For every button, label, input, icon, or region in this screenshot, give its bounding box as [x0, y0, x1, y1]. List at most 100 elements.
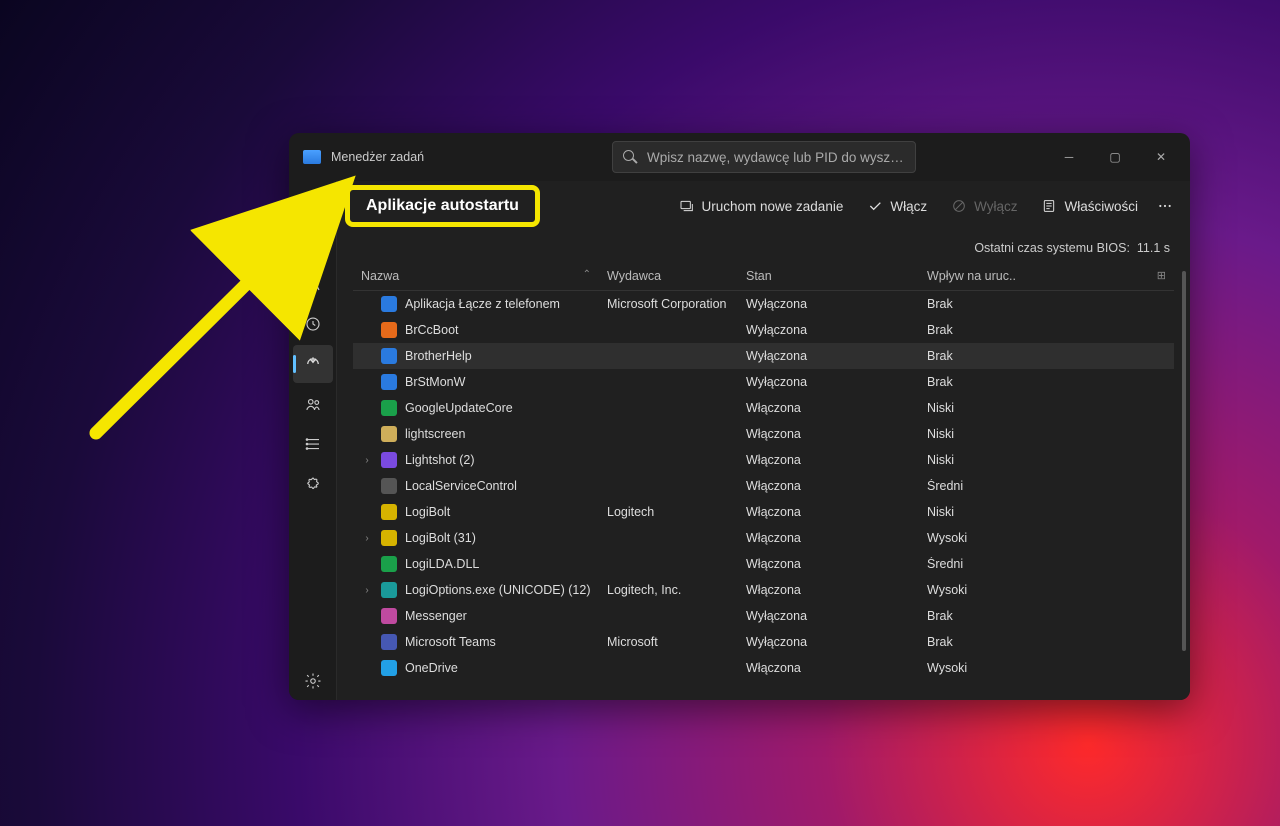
app-row-icon [381, 556, 397, 572]
row-state: Włączona [738, 479, 919, 493]
row-name: LogiBolt (31) [405, 531, 476, 545]
row-name: LogiBolt [405, 505, 450, 519]
col-impact[interactable]: Wpływ na uruc... [919, 269, 1015, 283]
app-row-icon [381, 504, 397, 520]
close-button[interactable]: ✕ [1138, 141, 1184, 173]
app-row-icon [381, 400, 397, 416]
row-name: LogiOptions.exe (UNICODE) (12) [405, 583, 590, 597]
row-state: Wyłączona [738, 375, 919, 389]
table-row[interactable]: MessengerWyłączonaBrak [353, 603, 1174, 629]
sort-asc-icon: ⌃ [583, 269, 591, 280]
bios-time: Ostatni czas systemu BIOS: 11.1 s [337, 231, 1190, 261]
maximize-button[interactable]: ▢ [1092, 141, 1138, 173]
row-impact: Brak [919, 635, 1015, 649]
sidebar [289, 181, 337, 700]
row-name: LogiLDA.DLL [405, 557, 479, 571]
row-state: Wyłączona [738, 635, 919, 649]
scrollbar[interactable] [1182, 271, 1186, 651]
col-name[interactable]: Nazwa ⌃ [353, 269, 599, 283]
row-impact: Wysoki [919, 531, 1015, 545]
row-impact: Niski [919, 453, 1015, 467]
run-new-task-button[interactable]: Uruchom nowe zadanie [669, 192, 854, 220]
resize-handle-icon[interactable]: ⊞ [1157, 269, 1166, 282]
checkmark-icon [867, 198, 883, 214]
app-row-icon [381, 426, 397, 442]
row-name: lightscreen [405, 427, 465, 441]
table-row[interactable]: LocalServiceControlWłączonaŚredni [353, 473, 1174, 499]
app-row-icon [381, 582, 397, 598]
app-row-icon [381, 452, 397, 468]
ellipsis-icon [1156, 198, 1174, 214]
row-publisher: Microsoft [599, 635, 738, 649]
main-area: Aplikacje autostartu Uruchom nowe zadani… [337, 181, 1190, 700]
disable-button: Wyłącz [941, 192, 1027, 220]
settings-button[interactable] [293, 662, 333, 700]
row-impact: Średni [919, 557, 1015, 571]
table-row[interactable]: Microsoft Teams MicrosoftWyłączonaBrak [353, 629, 1174, 655]
hamburger-button[interactable] [293, 185, 333, 223]
row-impact: Niski [919, 401, 1015, 415]
table-row[interactable]: ›LogiBolt (31)WłączonaWysoki [353, 525, 1174, 551]
row-state: Włączona [738, 401, 919, 415]
nav-users[interactable] [293, 385, 333, 423]
task-manager-window: Menedżer zadań Wpisz nazwę, wydawcę lub … [289, 133, 1190, 700]
row-name: LocalServiceControl [405, 479, 517, 493]
table-row[interactable]: ›LogiOptions.exe (UNICODE) (12)Logitech,… [353, 577, 1174, 603]
row-state: Włączona [738, 557, 919, 571]
expand-icon[interactable]: › [361, 533, 373, 544]
app-icon [303, 150, 321, 164]
minimize-button[interactable]: ─ [1046, 141, 1092, 173]
app-row-icon [381, 296, 397, 312]
table-row[interactable]: LogiBoltLogitechWłączonaNiski [353, 499, 1174, 525]
search-icon [623, 150, 637, 164]
row-state: Wyłączona [738, 609, 919, 623]
row-impact: Brak [919, 609, 1015, 623]
row-publisher: Microsoft Corporation [599, 297, 738, 311]
row-name: GoogleUpdateCore [405, 401, 513, 415]
col-state[interactable]: Stan [738, 269, 919, 283]
row-name: Lightshot (2) [405, 453, 474, 467]
row-impact: Brak [919, 297, 1015, 311]
nav-app-history[interactable] [293, 305, 333, 343]
row-impact: Niski [919, 505, 1015, 519]
enable-button[interactable]: Włącz [857, 192, 937, 220]
table-row[interactable]: OneDriveWłączonaWysoki [353, 655, 1174, 681]
app-row-icon [381, 348, 397, 364]
table-row[interactable]: BrStMonWWyłączonaBrak [353, 369, 1174, 395]
row-impact: Brak [919, 349, 1015, 363]
col-publisher[interactable]: Wydawca [599, 269, 738, 283]
table-row[interactable]: GoogleUpdateCore WłączonaNiski [353, 395, 1174, 421]
row-state: Włączona [738, 583, 919, 597]
row-name: BrotherHelp [405, 349, 472, 363]
row-name: Microsoft Teams [405, 635, 496, 649]
search-placeholder: Wpisz nazwę, wydawcę lub PID do wyszuk..… [647, 150, 905, 165]
expand-icon[interactable]: › [361, 585, 373, 596]
expand-icon[interactable]: › [361, 455, 373, 466]
nav-startup[interactable] [293, 345, 333, 383]
row-publisher: Logitech [599, 505, 738, 519]
app-row-icon [381, 530, 397, 546]
more-button[interactable] [1152, 192, 1178, 220]
row-name: BrCcBoot [405, 323, 459, 337]
row-name: BrStMonW [405, 375, 465, 389]
toolbar: Aplikacje autostartu Uruchom nowe zadani… [337, 181, 1190, 231]
row-impact: Niski [919, 427, 1015, 441]
table-row[interactable]: Aplikacja Łącze z telefonemMicrosoft Cor… [353, 291, 1174, 317]
nav-services[interactable] [293, 465, 333, 503]
nav-details[interactable] [293, 425, 333, 463]
search-input[interactable]: Wpisz nazwę, wydawcę lub PID do wyszuk..… [612, 141, 916, 173]
ban-icon [951, 198, 967, 214]
table-row[interactable]: LogiLDA.DLL WłączonaŚredni [353, 551, 1174, 577]
table-row[interactable]: ›Lightshot (2)WłączonaNiski [353, 447, 1174, 473]
table-row[interactable]: BrotherHelpWyłączonaBrak [353, 343, 1174, 369]
app-row-icon [381, 660, 397, 676]
row-state: Wyłączona [738, 323, 919, 337]
row-state: Wyłączona [738, 297, 919, 311]
nav-processes[interactable] [293, 225, 333, 263]
properties-button[interactable]: Właściwości [1031, 192, 1148, 220]
table-row[interactable]: lightscreenWłączonaNiski [353, 421, 1174, 447]
row-impact: Wysoki [919, 583, 1015, 597]
table-row[interactable]: BrCcBootWyłączonaBrak [353, 317, 1174, 343]
run-task-icon [679, 198, 695, 214]
nav-performance[interactable] [293, 265, 333, 303]
